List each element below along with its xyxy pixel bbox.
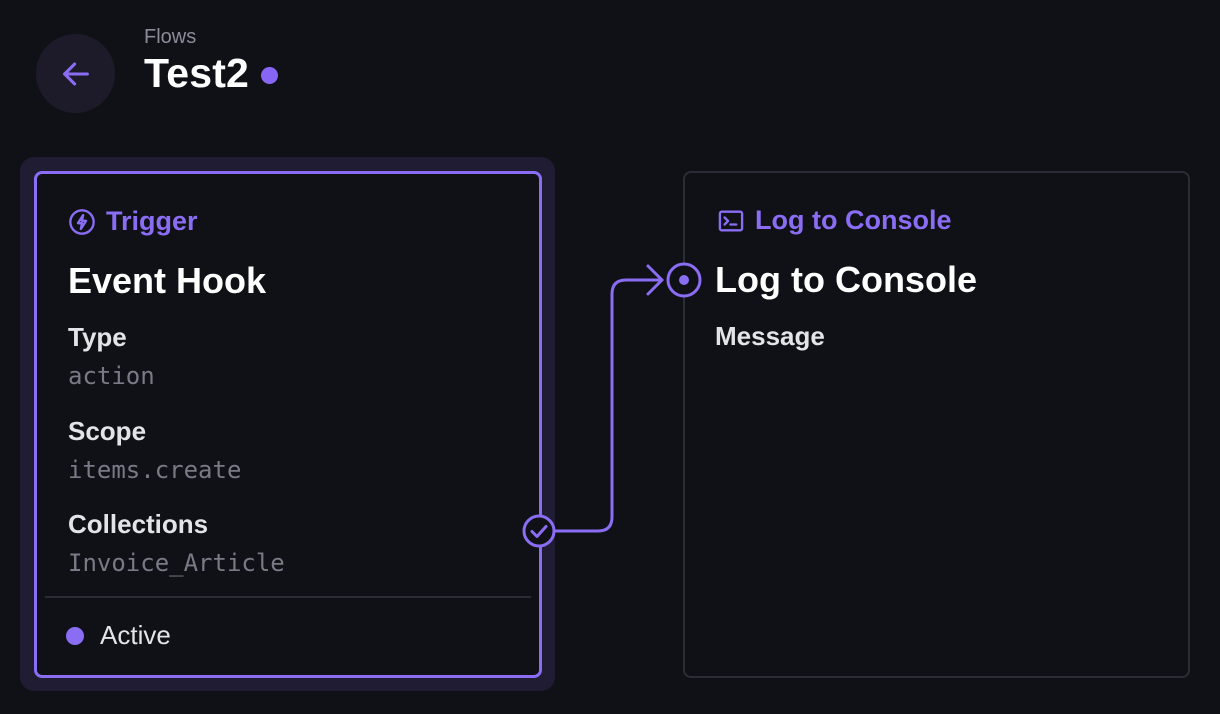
field-value-collections: Invoice_Article — [68, 549, 285, 577]
trigger-name: Event Hook — [68, 260, 267, 301]
terminal-icon — [718, 210, 744, 231]
operation-kind-label: Log to Console — [755, 205, 952, 235]
field-label-collections: Collections — [68, 509, 209, 539]
trigger-kind: Trigger — [68, 206, 198, 237]
field-label-message: Message — [715, 321, 825, 351]
field-label-type: Type — [68, 322, 127, 352]
status-row: Active — [66, 620, 171, 651]
trigger-panel[interactable]: Trigger Event Hook Type action Scope ite… — [34, 171, 542, 678]
field-value-type: action — [68, 362, 155, 390]
breadcrumb[interactable]: Flows — [144, 26, 196, 49]
resolve-handle[interactable] — [522, 514, 556, 553]
operation-name: Log to Console — [715, 259, 977, 300]
arrow-left-icon — [62, 62, 89, 85]
page-title: Test2 — [144, 50, 250, 96]
bolt-circle-icon — [69, 208, 95, 235]
target-circle-icon — [666, 262, 702, 298]
status-label: Active — [100, 620, 171, 650]
field-value-scope: items.create — [68, 456, 242, 484]
input-handle[interactable] — [666, 262, 702, 303]
check-circle-icon — [522, 514, 556, 548]
operation-panel[interactable]: Log to Console Log to Console Message — [683, 171, 1190, 678]
operation-kind: Log to Console — [717, 205, 951, 236]
unsaved-indicator-dot — [261, 67, 279, 84]
title-row: Test2 — [144, 50, 279, 97]
back-button[interactable] — [36, 34, 115, 113]
status-dot — [66, 626, 84, 645]
status-divider — [45, 596, 531, 598]
flow-editor: Flows Test2 Trigger Event Hook Type acti… — [0, 0, 1220, 714]
field-label-scope: Scope — [68, 416, 147, 446]
trigger-kind-label: Trigger — [106, 206, 198, 236]
